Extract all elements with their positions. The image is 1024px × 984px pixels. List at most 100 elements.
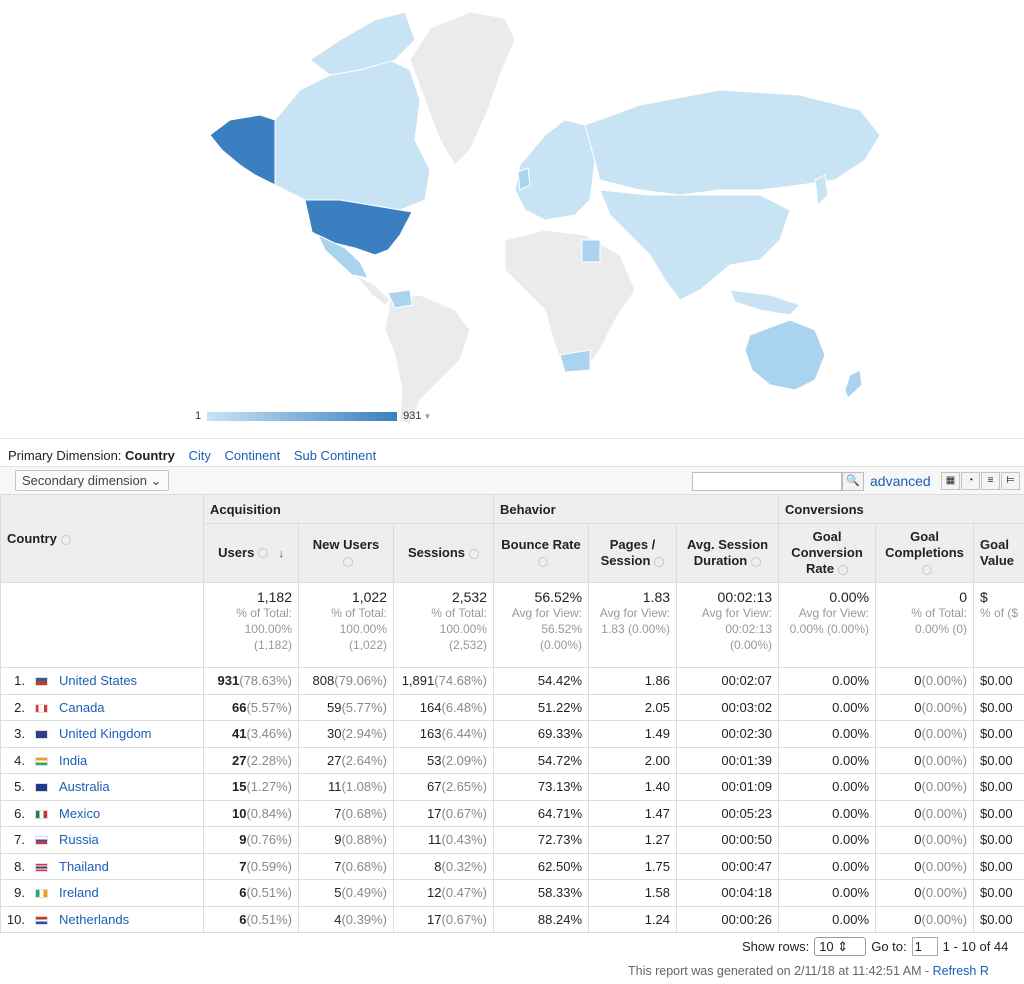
header-new-users[interactable]: New Users — [298, 523, 394, 583]
bounce-cell: 88.24% — [493, 905, 590, 933]
duration-cell: 00:01:09 — [676, 773, 780, 801]
table-row: 2. Canada 66(5.57%) 59(5.77%) 164(6.48%) 51.2… — [0, 693, 1024, 721]
page-range: 1 - 10 of 44 — [942, 939, 1009, 954]
header-goal-value[interactable]: Goal Value — [973, 523, 1024, 583]
search-icon[interactable]: 🔍 — [842, 472, 864, 491]
country-link[interactable]: Thailand — [59, 859, 109, 874]
gc-cell: 0(0.00%) — [875, 799, 975, 827]
bounce-cell: 73.13% — [493, 773, 590, 801]
primary-dimension-label: Primary Dimension: — [8, 448, 122, 463]
country-cell: 7. Russia — [0, 826, 204, 854]
table-row: 6. Mexico 10(0.84%) 7(0.68%) 17(0.67%) 64.71%… — [0, 799, 1024, 827]
sessions-cell: 12(0.47%) — [392, 879, 495, 907]
country-link[interactable]: Canada — [59, 700, 105, 715]
country-link[interactable]: Netherlands — [59, 912, 129, 927]
new-users-cell: 9(0.88%) — [298, 826, 394, 854]
sessions-cell: 67(2.65%) — [392, 773, 495, 801]
pagination: Show rows: 10 ⇕ Go to: 1 1 - 10 of 44 — [742, 937, 1008, 956]
header-pages-session[interactable]: Pages / Session — [588, 523, 678, 583]
pages-cell: 1.75 — [588, 852, 678, 880]
legend-min: 1 — [195, 410, 202, 422]
show-rows-label: Show rows: — [742, 939, 810, 954]
gcr-cell: 0.00% — [778, 879, 877, 907]
table-search-input[interactable] — [692, 472, 842, 491]
gc-cell: 0(0.00%) — [875, 826, 975, 854]
bounce-cell: 64.71% — [493, 799, 590, 827]
performance-view-icon[interactable]: ≡ — [981, 472, 1000, 490]
gcr-cell: 0.00% — [778, 720, 877, 748]
pages-cell: 2.00 — [588, 746, 678, 774]
report-generated-note: This report was generated on 2/11/18 at … — [628, 964, 989, 978]
total-bounce: 56.52% Avg for View: 56.52% (0.00%) — [493, 582, 590, 668]
gc-cell: 0(0.00%) — [875, 746, 975, 774]
flag-icon — [35, 783, 48, 793]
total-gcr: 0.00% Avg for View: 0.00% (0.00%) — [778, 582, 877, 668]
table-row: 5. Australia 15(1.27%) 11(1.08%) 67(2.65%) 73… — [0, 773, 1024, 801]
table-toolbar: Secondary dimension ⌄ 🔍 advanced ▦ ◔ ≡ ⊨ — [0, 466, 1024, 495]
header-bounce-rate[interactable]: Bounce Rate — [493, 523, 590, 583]
bounce-cell: 58.33% — [493, 879, 590, 907]
new-users-cell: 27(2.64%) — [298, 746, 394, 774]
total-pages: 1.83 Avg for View: 1.83 (0.00%) — [588, 582, 678, 668]
country-link[interactable]: Russia — [59, 832, 99, 847]
goto-page-input[interactable]: 1 — [911, 937, 938, 956]
sessions-cell: 53(2.09%) — [392, 746, 495, 774]
country-link[interactable]: Mexico — [59, 806, 100, 821]
country-cell: 10. Netherlands — [0, 905, 204, 933]
refresh-report-link[interactable]: Refresh R — [933, 964, 989, 978]
table-view-icon[interactable]: ▦ — [941, 472, 960, 490]
total-new-users: 1,022% of Total: 100.00% (1,022) — [298, 582, 394, 668]
gv-cell: $0.00 — [973, 667, 1024, 695]
header-sessions[interactable]: Sessions — [392, 523, 495, 583]
dimension-link-subcontinent[interactable]: Sub Continent — [294, 448, 376, 463]
gv-cell: $0.00 — [973, 826, 1024, 854]
rows-per-page-select[interactable]: 10 ⇕ — [814, 937, 867, 956]
users-cell: 9(0.76%) — [203, 826, 299, 854]
dimension-link-continent[interactable]: Continent — [225, 448, 281, 463]
world-map[interactable]: 1 931 ▼ — [0, 0, 1024, 439]
country-link[interactable]: Ireland — [59, 885, 99, 900]
pie-view-icon[interactable]: ◔ — [961, 472, 980, 490]
header-avg-duration[interactable]: Avg. Session Duration — [676, 523, 780, 583]
gv-cell: $0.00 — [973, 720, 1024, 748]
new-users-cell: 7(0.68%) — [298, 852, 394, 880]
help-icon — [538, 556, 549, 567]
table-row: 8. Thailand 7(0.59%) 7(0.68%) 8(0.32%) 62.50%… — [0, 852, 1024, 880]
bounce-cell: 54.72% — [493, 746, 590, 774]
dimension-link-city[interactable]: City — [189, 448, 211, 463]
sessions-cell: 163(6.44%) — [392, 720, 495, 748]
row-index: 6. — [14, 805, 25, 821]
header-goal-conversion-rate[interactable]: Goal Conversion Rate — [778, 523, 877, 583]
duration-cell: 00:00:47 — [676, 852, 780, 880]
users-cell: 931(78.63%) — [203, 667, 299, 695]
secondary-dimension-dropdown[interactable]: Secondary dimension ⌄ — [15, 470, 169, 491]
pages-cell: 1.27 — [588, 826, 678, 854]
header-goal-completions[interactable]: Goal Completions — [875, 523, 975, 583]
comparison-view-icon[interactable]: ⊨ — [1001, 472, 1020, 490]
advanced-filter-link[interactable]: advanced — [870, 473, 931, 489]
country-link[interactable]: United Kingdom — [59, 726, 152, 741]
flag-icon — [35, 915, 48, 925]
duration-cell: 00:02:07 — [676, 667, 780, 695]
table-row: 9. Ireland 6(0.51%) 5(0.49%) 12(0.47%) 58.33%… — [0, 879, 1024, 907]
flag-icon — [35, 730, 48, 740]
total-gc: 0% of Total: 0.00% (0) — [875, 582, 975, 668]
country-link[interactable]: United States — [59, 673, 137, 688]
country-cell: 1. United States — [0, 667, 204, 695]
country-cell: 3. United Kingdom — [0, 720, 204, 748]
header-users[interactable]: Users ↓ — [203, 523, 299, 583]
duration-cell: 00:05:23 — [676, 799, 780, 827]
country-cell: 2. Canada — [0, 693, 204, 721]
country-link[interactable]: Australia — [59, 779, 110, 794]
gcr-cell: 0.00% — [778, 826, 877, 854]
new-users-cell: 808(79.06%) — [298, 667, 394, 695]
new-users-cell: 30(2.94%) — [298, 720, 394, 748]
total-users: 1,182% of Total: 100.00% (1,182) — [203, 582, 299, 668]
header-country[interactable]: Country — [0, 494, 204, 583]
users-cell: 27(2.28%) — [203, 746, 299, 774]
new-users-cell: 5(0.49%) — [298, 879, 394, 907]
gc-cell: 0(0.00%) — [875, 720, 975, 748]
country-link[interactable]: India — [59, 753, 87, 768]
total-sessions: 2,532% of Total: 100.00% (2,532) — [392, 582, 495, 668]
gv-cell: $0.00 — [973, 693, 1024, 721]
